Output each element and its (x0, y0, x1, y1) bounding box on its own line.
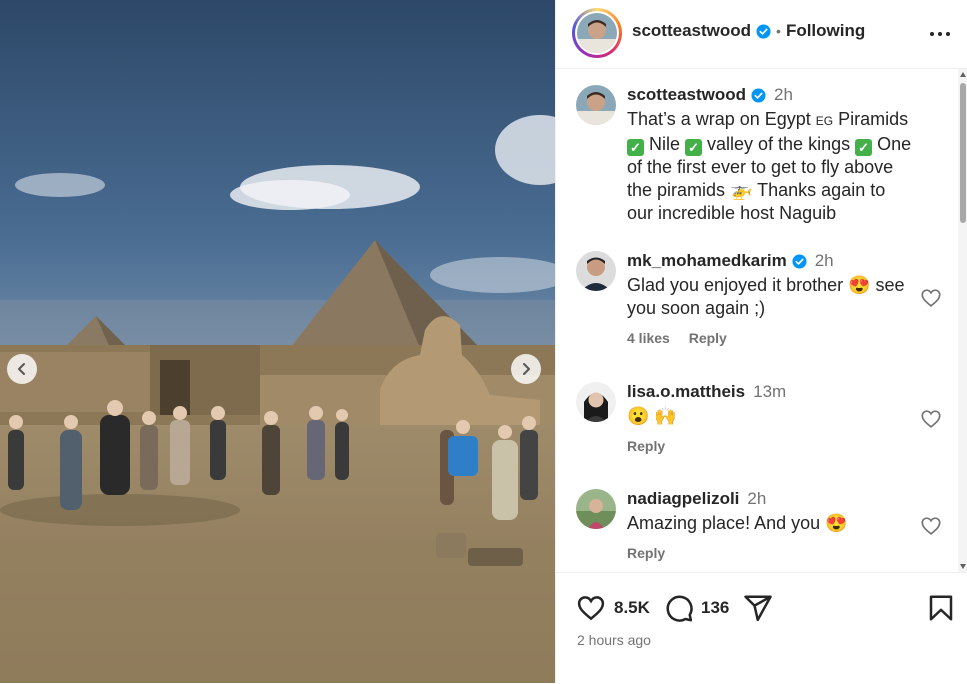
heart-icon[interactable] (920, 408, 942, 430)
reply-button[interactable]: Reply (627, 438, 665, 454)
comment-text: Amazing place! And you 😍 (627, 513, 848, 533)
verified-icon (756, 23, 771, 39)
post-timestamp: 2 hours ago (577, 632, 651, 648)
check-mark-icon: ✓ (627, 139, 644, 156)
post-side-panel: scotteastwood • Following scotteastwood … (555, 0, 967, 683)
comment-text: Glad you enjoyed it brother 😍 see you so… (627, 275, 905, 318)
prev-photo-button[interactable] (7, 354, 37, 384)
helicopter-icon: 🚁 (730, 180, 753, 200)
comment-likes[interactable]: 4 likes (627, 330, 670, 346)
comments-scrollbar[interactable] (958, 69, 967, 572)
post-photo (0, 0, 555, 683)
comments-count[interactable]: 136 (701, 598, 729, 618)
heart-icon[interactable] (920, 287, 942, 309)
following-button[interactable]: Following (786, 21, 865, 41)
commenter-avatar[interactable] (576, 382, 616, 422)
caption-avatar[interactable] (576, 85, 616, 125)
scroll-up-arrow-icon[interactable] (960, 72, 966, 77)
verified-icon (751, 87, 766, 103)
author-avatar (577, 13, 617, 53)
next-photo-button[interactable] (511, 354, 541, 384)
comment-time: 2h (747, 489, 767, 508)
header-name-row: scotteastwood • Following (632, 21, 865, 41)
reply-button[interactable]: Reply (689, 330, 727, 346)
heart-icon[interactable] (576, 593, 606, 623)
flag-eg-icon: EG (815, 114, 834, 128)
reply-button[interactable]: Reply (627, 545, 665, 561)
caption-text: That’s a wrap on Egypt EG Piramids ✓ Nil… (627, 109, 912, 223)
caption-time: 2h (774, 85, 793, 104)
comment-text: 😮 🙌 (627, 406, 677, 426)
check-mark-icon: ✓ (855, 139, 873, 156)
commenter-avatar[interactable] (576, 489, 616, 529)
caption-username[interactable]: scotteastwood (627, 85, 746, 105)
author-username[interactable]: scotteastwood (632, 21, 751, 41)
check-mark-icon: ✓ (685, 139, 703, 156)
prev-arrow-icon (18, 363, 25, 375)
comment-icon[interactable] (664, 593, 694, 623)
next-arrow-icon (523, 363, 530, 375)
pyramids-photo (0, 0, 555, 683)
separator-dot: • (776, 23, 781, 39)
commenter-avatar[interactable] (576, 251, 616, 291)
more-icon[interactable] (928, 22, 952, 46)
author-avatar-ring[interactable] (572, 8, 622, 58)
post-actions: 8.5K 136 2 hours ago (556, 572, 967, 684)
comments-list[interactable]: scotteastwood 2h That’s a wrap on Egypt … (556, 69, 967, 572)
commenter-username[interactable]: lisa.o.mattheis (627, 382, 745, 402)
heart-icon[interactable] (920, 515, 942, 537)
likes-count[interactable]: 8.5K (614, 598, 650, 618)
scroll-down-arrow-icon[interactable] (960, 564, 966, 569)
verified-icon (792, 253, 807, 269)
share-icon[interactable] (743, 593, 773, 623)
commenter-username[interactable]: nadiagpelizoli (627, 489, 739, 509)
post-header: scotteastwood • Following (556, 0, 967, 69)
scroll-thumb[interactable] (960, 83, 966, 223)
comment-time: 13m (753, 382, 787, 401)
commenter-username[interactable]: mk_mohamedkarim (627, 251, 787, 271)
bookmark-icon[interactable] (926, 593, 956, 623)
comment-time: 2h (814, 251, 834, 270)
